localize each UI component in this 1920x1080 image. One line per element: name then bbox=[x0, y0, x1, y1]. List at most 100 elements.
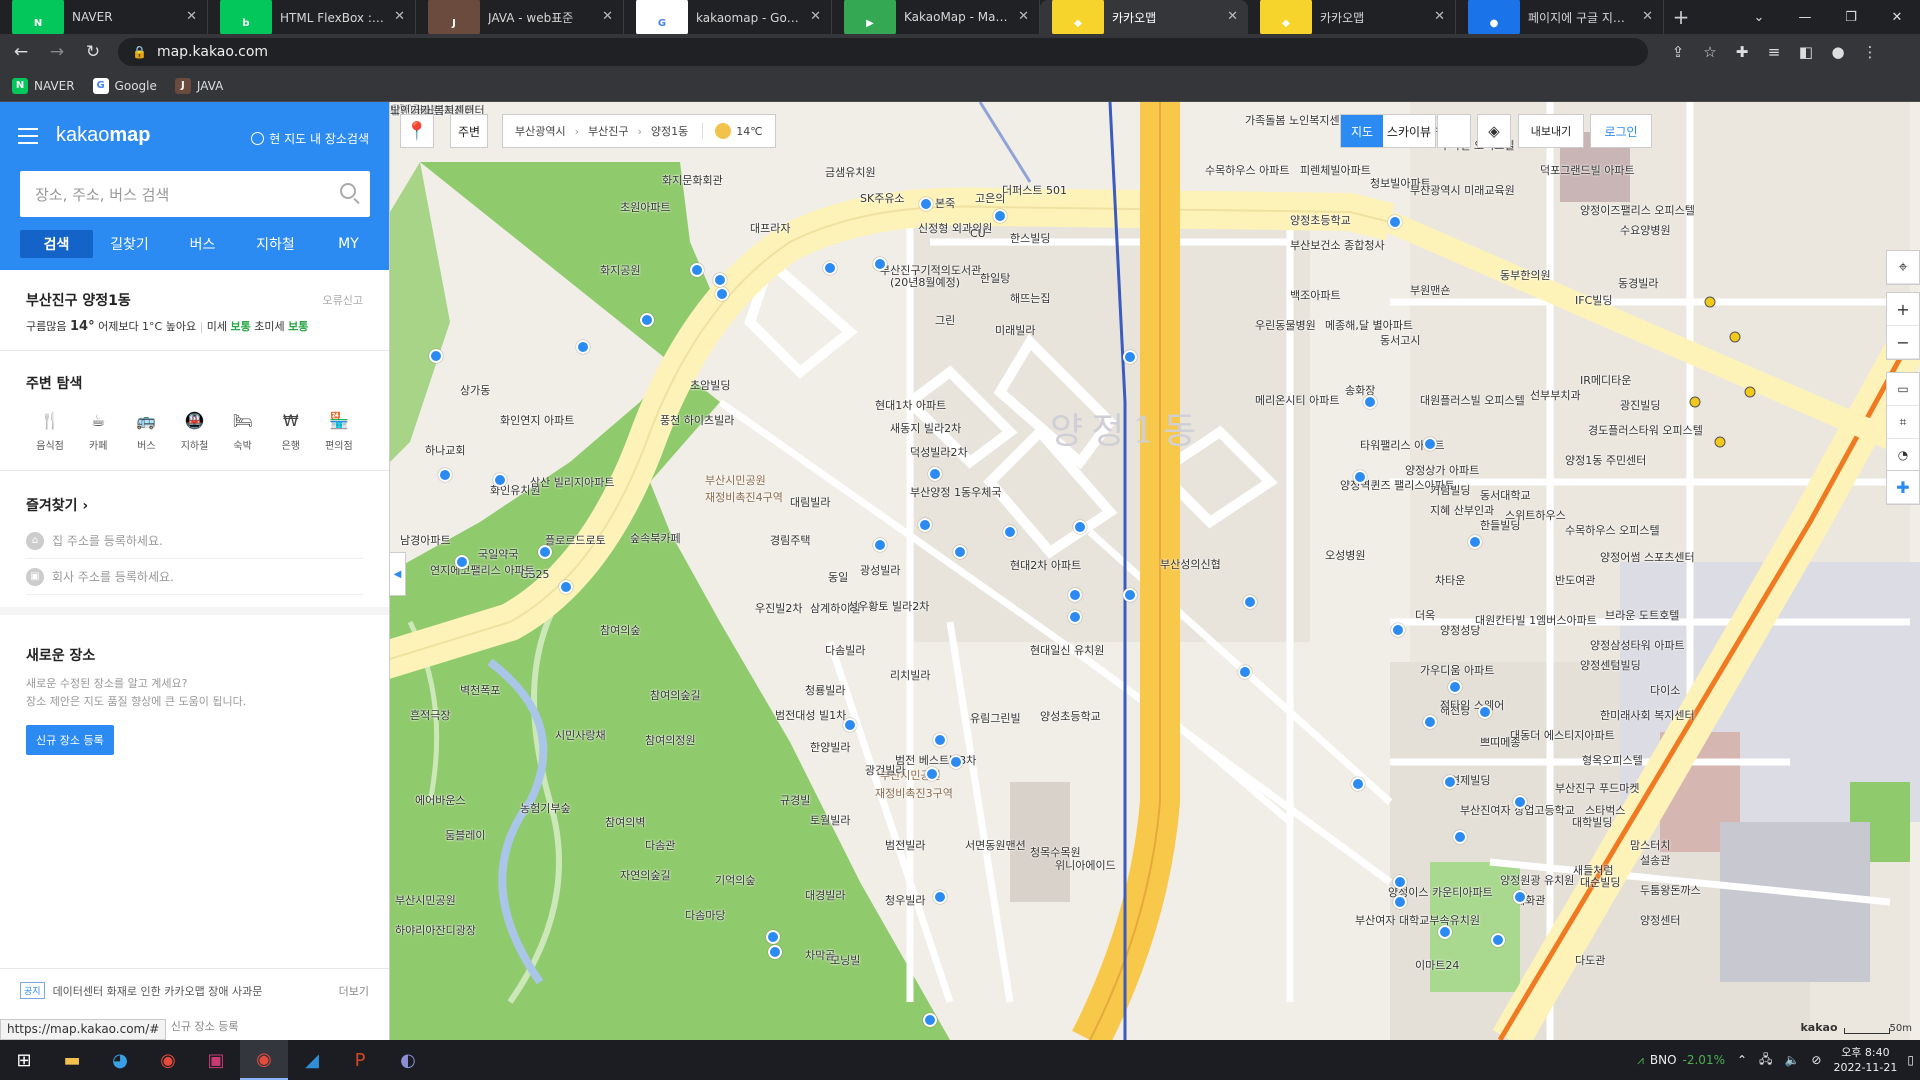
back-icon[interactable]: ← bbox=[6, 37, 36, 67]
intellij-icon[interactable]: ▣ bbox=[192, 1040, 240, 1080]
map-label[interactable]: 다솜마당 bbox=[685, 907, 725, 923]
bus-stop-icon[interactable] bbox=[1003, 525, 1017, 539]
map-label[interactable]: 반도여관 bbox=[1555, 572, 1595, 588]
bus-stop-icon[interactable] bbox=[1388, 215, 1402, 229]
category-bank[interactable]: ₩ 은행 bbox=[267, 409, 315, 453]
map-label[interactable]: 기억의숲 bbox=[715, 872, 755, 888]
bookmark-item[interactable]: G Google bbox=[92, 77, 157, 94]
map-label[interactable]: 모닝빌 bbox=[830, 952, 860, 968]
breadcrumb-dong[interactable]: 양정1동 bbox=[651, 123, 688, 139]
url-input[interactable]: 🔒 map.kakao.com bbox=[118, 38, 1648, 66]
map-label[interactable]: 부산성의신협 bbox=[1160, 556, 1221, 572]
map-label[interactable]: 초암빌딩 bbox=[690, 377, 730, 393]
map-label[interactable]: 새들처럼 bbox=[1573, 862, 1613, 878]
bus-stop-icon[interactable] bbox=[493, 473, 507, 487]
map-label[interactable]: 현대일신 유치원 bbox=[1030, 642, 1104, 658]
map-label[interactable]: 유림그린빌 bbox=[970, 710, 1021, 726]
notification-icon[interactable]: ▯ bbox=[1907, 1053, 1914, 1067]
map-label[interactable]: 한미래사회 복지센터 bbox=[1600, 707, 1695, 723]
start-icon[interactable]: ⊞ bbox=[0, 1040, 48, 1080]
panel-tab[interactable]: 검색 bbox=[20, 230, 93, 258]
bus-stop-icon[interactable] bbox=[1438, 925, 1452, 939]
map-label[interactable]: 숲속북카페 bbox=[630, 530, 681, 546]
map-label[interactable]: 대원칸타빌 1엠버스아파트 bbox=[1475, 612, 1597, 628]
share-icon[interactable]: ⇪ bbox=[1662, 37, 1694, 67]
bus-stop-icon[interactable] bbox=[1448, 680, 1462, 694]
bus-stop-icon[interactable] bbox=[918, 518, 932, 532]
map-label[interactable]: 하나교회 bbox=[425, 442, 465, 458]
bus-stop-icon[interactable] bbox=[1393, 895, 1407, 909]
map-label[interactable]: 화지문화회관 bbox=[662, 172, 723, 188]
map-label[interactable]: 피렌체빌아파트 bbox=[1300, 162, 1371, 178]
layers-icon[interactable]: ◈ bbox=[1477, 114, 1511, 148]
bus-stop-icon[interactable] bbox=[873, 538, 887, 552]
bus-stop-icon[interactable] bbox=[993, 209, 1007, 223]
map-label[interactable]: 오성병원 bbox=[1325, 547, 1365, 563]
map-label[interactable]: 현대1차 아파트 bbox=[875, 397, 946, 413]
bus-stop-icon[interactable] bbox=[919, 197, 933, 211]
category-store[interactable]: 🏪 편의점 bbox=[315, 409, 363, 453]
browser-tab[interactable]: ▶ KakaoMap - Map / Navig ✕ bbox=[832, 0, 1040, 34]
map-label[interactable]: 규경빌 bbox=[780, 792, 810, 808]
close-tab-icon[interactable]: ✕ bbox=[1434, 9, 1445, 24]
tray-chevron-icon[interactable]: ⌃ bbox=[1737, 1053, 1747, 1067]
map-label[interactable]: 범전 베스트빌3차 bbox=[895, 752, 976, 768]
panel-tab[interactable]: 지하철 bbox=[239, 230, 312, 258]
browser-tab[interactable]: J JAVA - web표준 ✕ bbox=[416, 0, 624, 34]
map-label[interactable]: 차타운 bbox=[1435, 572, 1465, 588]
stock-widget[interactable]: ⩘ BNO -2.01% bbox=[1637, 1053, 1725, 1068]
bus-stop-icon[interactable] bbox=[1068, 610, 1082, 624]
bus-stop-icon[interactable] bbox=[1073, 520, 1087, 534]
map-label[interactable]: 범전대성 빌1차 bbox=[775, 707, 846, 723]
bus-stop-icon[interactable] bbox=[1068, 588, 1082, 602]
map-label[interactable]: 연지에코팰리스 아파트 bbox=[430, 562, 535, 578]
bus-stop-icon[interactable] bbox=[1423, 437, 1437, 451]
map-label[interactable]: 양정어썸 스포츠센터 bbox=[1600, 549, 1695, 565]
ime-icon[interactable]: ⊘ bbox=[1811, 1053, 1821, 1067]
close-tab-icon[interactable]: ✕ bbox=[186, 9, 197, 24]
bus-stop-icon[interactable] bbox=[1243, 595, 1257, 609]
map-label[interactable]: 그린 bbox=[935, 312, 955, 328]
bus-stop-icon[interactable] bbox=[1491, 933, 1505, 947]
map-label[interactable]: IFC빌딩 bbox=[1575, 292, 1613, 308]
bus-stop-icon[interactable] bbox=[438, 468, 452, 482]
map-label[interactable]: 삼산 빌리지아파트 bbox=[530, 474, 614, 490]
map-label[interactable]: 남경아파트 bbox=[400, 532, 451, 548]
volume-icon[interactable]: 🔈 bbox=[1784, 1053, 1799, 1067]
bus-stop-icon[interactable] bbox=[1351, 777, 1365, 791]
bookmark-star-icon[interactable]: ☆ bbox=[1694, 37, 1726, 67]
map-label[interactable]: 이마트24 bbox=[1415, 957, 1459, 973]
bus-stop-icon[interactable] bbox=[1423, 715, 1437, 729]
bus-stop-icon[interactable] bbox=[766, 930, 780, 944]
login-button[interactable]: 로그인 bbox=[1590, 114, 1652, 148]
map-label[interactable]: 수목하우스 아파트 bbox=[1205, 162, 1289, 178]
panel-tab[interactable]: MY bbox=[312, 230, 385, 258]
chrome-active-icon[interactable]: ◉ bbox=[240, 1040, 288, 1080]
bus-stop-icon[interactable] bbox=[1123, 350, 1137, 364]
map-label[interactable]: 형옥오피스텔 bbox=[1582, 752, 1643, 768]
favorite-row[interactable]: ⌂ 집 주소를 등록하세요. bbox=[26, 523, 363, 559]
map-label[interactable]: 청우빌라 bbox=[885, 892, 925, 908]
bus-stop-icon[interactable] bbox=[1513, 795, 1527, 809]
bus-stop-icon[interactable] bbox=[640, 313, 654, 327]
map-label[interactable]: 우진빌2차 bbox=[755, 600, 802, 616]
media-icon[interactable]: ≡ bbox=[1758, 37, 1790, 67]
export-button[interactable]: 내보내기 bbox=[1518, 114, 1584, 148]
map-label[interactable]: 본죽 bbox=[935, 195, 955, 211]
map-label[interactable]: 고은의 bbox=[975, 190, 1005, 206]
map-label[interactable]: 메리온시티 아파트 bbox=[1255, 392, 1339, 408]
map-label[interactable]: 쁘띠메종 bbox=[1480, 734, 1520, 750]
bookmark-item[interactable]: N NAVER bbox=[12, 77, 75, 94]
map-label[interactable]: CU bbox=[970, 227, 986, 240]
browser-tab[interactable]: ◆ 카카오맵 ✕ bbox=[1248, 0, 1456, 34]
map-label[interactable]: 양정상가 아파트 bbox=[1405, 462, 1479, 478]
current-map-search-toggle[interactable]: 현 지도 내 장소검색 bbox=[251, 130, 369, 147]
bus-stop-icon[interactable] bbox=[843, 718, 857, 732]
bus-stop-icon[interactable] bbox=[455, 555, 469, 569]
map-label[interactable]: 화지공원 bbox=[600, 262, 640, 278]
bus-stop-icon[interactable] bbox=[823, 261, 837, 275]
map-label[interactable]: 참여의숲 bbox=[600, 622, 640, 638]
area-measure-icon[interactable]: ⌗ bbox=[1887, 406, 1919, 439]
reload-icon[interactable]: ↻ bbox=[78, 37, 108, 67]
close-tab-icon[interactable]: ✕ bbox=[1227, 9, 1238, 24]
